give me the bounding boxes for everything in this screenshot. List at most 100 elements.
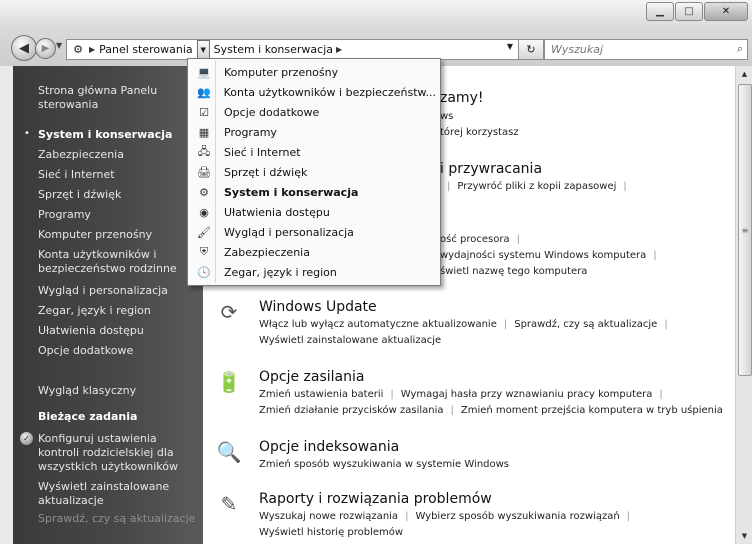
search-input[interactable] xyxy=(549,42,723,57)
sidebar-task-check-updates[interactable]: Sprawdź, czy są aktualizacje xyxy=(38,512,203,526)
require-password-link[interactable]: Wymagaj hasła przy wznawianiu pracy komp… xyxy=(401,389,653,400)
menu-item-label: System i konserwacja xyxy=(224,185,359,199)
menu-item-label: Zabezpieczenia xyxy=(224,245,310,259)
grip-icon: ≡ xyxy=(741,225,749,235)
chevron-down-icon: ▼ xyxy=(506,42,513,51)
menu-item-appearance[interactable]: 🖌 Wygląd i personalizacja xyxy=(190,222,436,242)
menu-item-hardware[interactable]: 🖨 Sprzęt i dźwięk xyxy=(190,162,436,182)
menu-item-label: Zegar, język i region xyxy=(224,265,337,279)
auto-update-link[interactable]: Włącz lub wyłącz automatyczne aktualizow… xyxy=(259,319,497,330)
welcome-line-2[interactable]: tórej korzystasz xyxy=(440,127,519,138)
sidebar-item-network[interactable]: Sieć i Internet xyxy=(38,168,203,182)
menu-item-clock[interactable]: 🕓 Zegar, język i region xyxy=(190,262,436,282)
shield-icon: ✓ xyxy=(20,432,33,445)
menu-item-system[interactable]: ⚙ System i konserwacja xyxy=(190,182,436,202)
search-box[interactable]: ⌕ xyxy=(544,39,748,60)
separator: | xyxy=(503,319,508,330)
menu-item-accessibility[interactable]: ◉ Ułatwienia dostępu xyxy=(190,202,436,222)
scroll-down-button[interactable]: ▼ xyxy=(736,528,752,544)
solution-method-link[interactable]: Wybierz sposób wyszukiwania rozwiązań xyxy=(415,511,619,522)
sidebar-item-clock[interactable]: Zegar, język i region xyxy=(38,304,203,318)
power-icon: 🔋 xyxy=(216,370,242,394)
menu-item-additional[interactable]: ☑ Opcje dodatkowe xyxy=(190,102,436,122)
system-performance-link[interactable]: wydajności systemu Windows komputera xyxy=(440,250,646,261)
welcome-title[interactable]: zamy! xyxy=(440,90,483,106)
menu-item-network[interactable]: 🖧 Sieć i Internet xyxy=(190,142,436,162)
network-icon: 🖧 xyxy=(197,144,211,158)
bullet-icon: • xyxy=(24,128,30,139)
close-icon: ✕ xyxy=(721,6,731,17)
windows-update-title[interactable]: Windows Update xyxy=(259,299,377,315)
sleep-link[interactable]: Zmień moment przejścia komputera w tryb … xyxy=(461,405,723,416)
address-history-button[interactable]: ▼ xyxy=(507,42,513,51)
battery-settings-link[interactable]: Zmień ustawienia baterii xyxy=(259,389,383,400)
sidebar-task-installed-updates[interactable]: Wyświetl zainstalowane aktualizacje xyxy=(38,480,188,508)
menu-item-security[interactable]: ⛨ Zabezpieczenia xyxy=(190,242,436,262)
sidebar-item-accounts[interactable]: Konta użytkowników i bezpieczeństwo rodz… xyxy=(38,248,196,276)
sidebar-item-system[interactable]: System i konserwacja xyxy=(38,128,203,142)
scroll-thumb[interactable]: ≡ xyxy=(738,84,752,376)
backup-title[interactable]: i przywracania xyxy=(440,161,542,177)
back-button[interactable]: ◀ xyxy=(11,35,37,61)
chevron-down-icon: ▼ xyxy=(200,45,206,54)
problems-links-2: Wyświetl historię problemów xyxy=(259,527,403,538)
breadcrumb-control-panel[interactable]: Panel sterowania xyxy=(99,43,193,56)
refresh-button[interactable]: ↻ xyxy=(518,39,544,60)
sidebar-classic-view-link[interactable]: Wygląd klasyczny xyxy=(38,384,203,398)
breadcrumb-arrow-icon[interactable]: ▶ xyxy=(89,45,95,54)
search-icon[interactable]: ⌕ xyxy=(737,42,743,56)
sidebar-item-security[interactable]: Zabezpieczenia xyxy=(38,148,203,162)
close-button[interactable]: ✕ xyxy=(704,2,748,21)
minimize-button[interactable]: ▁ xyxy=(646,2,674,21)
system-icon: ⚙ xyxy=(199,185,209,199)
menu-item-programs[interactable]: ▦ Programy xyxy=(190,122,436,142)
welcome-line-1[interactable]: ws xyxy=(440,111,453,122)
restore-files-link[interactable]: Przywróć pliki z kopii zapasowej xyxy=(457,181,616,192)
breadcrumb-system-maintenance[interactable]: System i konserwacja xyxy=(214,43,333,56)
checkbox-icon: ☑ xyxy=(199,105,209,119)
sidebar-item-appearance[interactable]: Wygląd i personalizacja xyxy=(38,284,203,298)
sidebar-item-hardware[interactable]: Sprzęt i dźwięk xyxy=(38,188,203,202)
system-line-1: ość procesora | xyxy=(440,234,527,245)
sidebar-item-additional[interactable]: Opcje dodatkowe xyxy=(38,344,203,358)
separator: | xyxy=(516,234,520,245)
power-buttons-link[interactable]: Zmień działanie przycisków zasilania xyxy=(259,405,444,416)
problem-history-link[interactable]: Wyświetl historię problemów xyxy=(259,527,403,538)
maximize-icon: □ xyxy=(684,6,694,17)
appearance-icon: 🖌 xyxy=(197,225,211,239)
maximize-button[interactable]: □ xyxy=(675,2,703,21)
menu-item-laptop[interactable]: 💻 Komputer przenośny xyxy=(190,62,436,82)
programs-icon: ▦ xyxy=(198,125,210,139)
recent-pages-button[interactable]: ▼ xyxy=(56,41,62,50)
check-updates-link[interactable]: Sprawdź, czy są aktualizacje xyxy=(514,319,657,330)
power-links-1: Zmień ustawienia baterii | Wymagaj hasła… xyxy=(259,389,670,400)
search-method-link[interactable]: Zmień sposób wyszukiwania w systemie Win… xyxy=(259,459,509,470)
address-bar[interactable]: ⚙ ▶ Panel sterowania ▼ System i konserwa… xyxy=(66,39,520,60)
indexing-title[interactable]: Opcje indeksowania xyxy=(259,439,399,455)
installed-updates-link[interactable]: Wyświetl zainstalowane aktualizacje xyxy=(259,335,441,346)
sidebar-home-link[interactable]: Strona główna Panelu sterowania xyxy=(38,84,203,112)
new-solutions-link[interactable]: Wyszukaj nowe rozwiązania xyxy=(259,511,398,522)
forward-arrow-icon: ▶ xyxy=(41,43,50,54)
sidebar-item-programs[interactable]: Programy xyxy=(38,208,203,222)
chevron-down-icon: ▼ xyxy=(56,41,63,50)
breadcrumb-dropdown-button[interactable]: ▼ xyxy=(196,40,210,59)
system-processor-link[interactable]: ość procesora xyxy=(440,234,510,245)
system-name-link[interactable]: świetl nazwę tego komputera xyxy=(440,266,587,277)
scroll-up-button[interactable]: ▲ xyxy=(736,66,752,82)
users-icon: 👥 xyxy=(196,85,211,99)
sidebar-item-accessibility[interactable]: Ułatwienia dostępu xyxy=(38,324,203,338)
separator: | xyxy=(653,250,657,261)
menu-item-accounts[interactable]: 👥 Konta użytkowników i bezpieczeństw... xyxy=(190,82,436,102)
menu-item-label: Ułatwienia dostępu xyxy=(224,205,330,219)
windows-update-links-2: Wyświetl zainstalowane aktualizacje xyxy=(259,335,441,346)
sidebar-item-laptop[interactable]: Komputer przenośny xyxy=(38,228,203,242)
power-links-2: Zmień działanie przycisków zasilania | Z… xyxy=(259,405,723,416)
problems-links-1: Wyszukaj nowe rozwiązania | Wybierz spos… xyxy=(259,511,637,522)
breadcrumb-arrow-icon[interactable]: ▶ xyxy=(336,45,342,54)
power-options-title[interactable]: Opcje zasilania xyxy=(259,369,364,385)
forward-button[interactable]: ▶ xyxy=(35,38,56,59)
problem-reports-title[interactable]: Raporty i rozwiązania problemów xyxy=(259,491,492,507)
sidebar-task-parental[interactable]: Konfiguruj ustawienia kontroli rodziciel… xyxy=(38,432,200,474)
vertical-scrollbar[interactable]: ▲ ≡ ▼ xyxy=(735,66,752,544)
